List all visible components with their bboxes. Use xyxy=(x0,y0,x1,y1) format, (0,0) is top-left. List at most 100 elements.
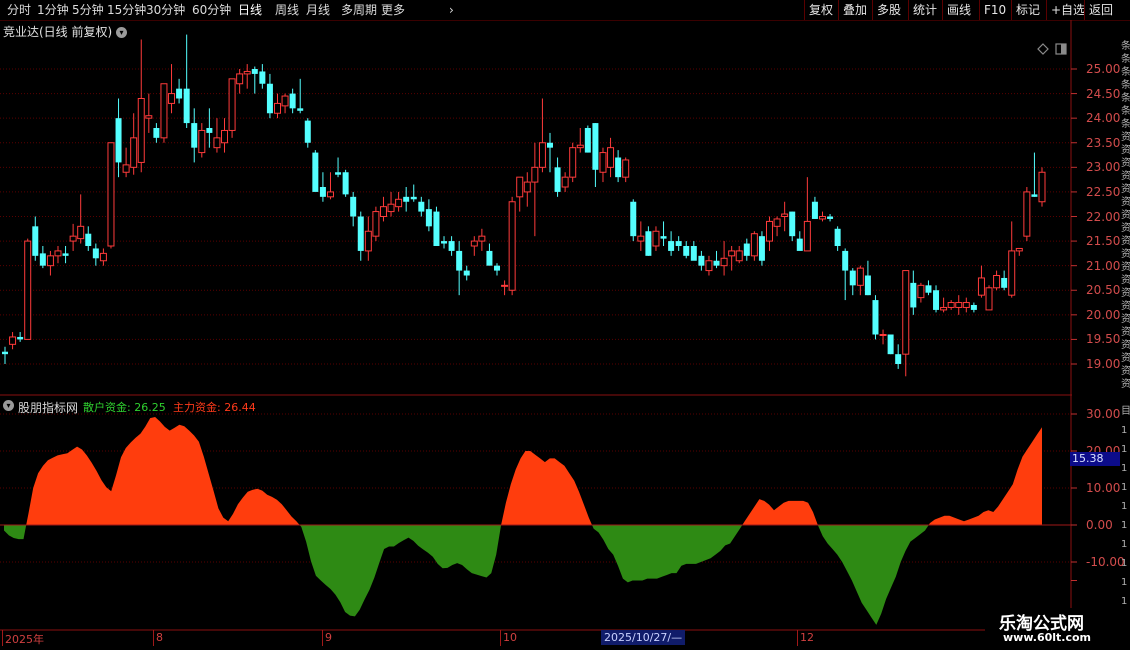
candle-body xyxy=(705,260,713,272)
candle-body xyxy=(198,129,206,154)
candle-body xyxy=(395,198,403,208)
candle-body xyxy=(463,270,470,276)
candle-body xyxy=(319,187,326,197)
candle-body xyxy=(297,108,304,111)
candle-body xyxy=(478,235,486,242)
candle-body xyxy=(758,236,765,261)
candle-body xyxy=(1023,191,1031,237)
indicator-axis-label: 30.00 xyxy=(1086,407,1121,421)
candle-body xyxy=(77,225,85,240)
date-axis: 2025年 8 9 10 12 xyxy=(0,630,1070,650)
price-axis-label: 23.50 xyxy=(1086,135,1121,150)
date-tick xyxy=(500,630,501,646)
candle-body xyxy=(387,203,395,213)
price-axis-label: 22.50 xyxy=(1086,184,1121,199)
candle-body xyxy=(448,241,455,251)
candle-body xyxy=(962,302,970,308)
candle-body xyxy=(183,88,190,124)
candle-body xyxy=(856,267,864,286)
candle-body xyxy=(811,201,818,219)
candle-body xyxy=(236,73,244,85)
candle-body xyxy=(917,284,925,299)
candle-body xyxy=(92,248,99,259)
candle-body xyxy=(160,83,168,139)
candle-body xyxy=(350,196,357,217)
candle-body xyxy=(970,305,977,310)
candle-body xyxy=(281,95,289,107)
candle-body xyxy=(251,69,258,74)
candle-body xyxy=(17,336,24,340)
candle-body xyxy=(221,129,229,144)
candle-body xyxy=(584,128,591,153)
candle-body xyxy=(531,166,539,183)
cursor-date: 2025/10/27/— xyxy=(601,630,686,645)
price-axis-label: 22.00 xyxy=(1086,209,1121,224)
candle-body xyxy=(516,176,524,198)
candle-body xyxy=(599,152,607,173)
candle-body xyxy=(743,243,750,256)
candle-body xyxy=(326,191,334,198)
candle-body xyxy=(546,142,553,148)
candle-body xyxy=(925,285,932,293)
price-axis-label: 20.00 xyxy=(1086,307,1121,322)
date-axis-label: 10 xyxy=(503,631,517,644)
main-funds-area xyxy=(928,427,1042,525)
candle-body xyxy=(456,250,463,271)
price-axis-label: 23.00 xyxy=(1086,160,1121,175)
candle-body xyxy=(895,354,902,364)
candle-body xyxy=(39,253,46,266)
candle-body xyxy=(137,98,145,163)
retail-funds-area xyxy=(4,525,27,540)
candle-body xyxy=(698,255,705,266)
candle-body xyxy=(2,351,8,355)
chevron-down-icon[interactable]: ▾ xyxy=(3,400,14,411)
candle-body xyxy=(879,334,887,336)
candle-body xyxy=(690,246,697,261)
candle-body xyxy=(206,128,213,133)
chart-canvas[interactable] xyxy=(0,0,1130,650)
candle-body xyxy=(615,157,622,178)
candle-body xyxy=(153,128,160,138)
candle-body xyxy=(425,209,432,227)
side-panel-strip[interactable]: 条条条条条条条资资资资资资资资资资资资资资资资资资资资 xyxy=(1121,40,1130,400)
retail-funds-area xyxy=(299,525,502,617)
candle-body xyxy=(993,275,1001,289)
date-tick xyxy=(153,630,154,646)
candle-body xyxy=(24,240,32,340)
candle-body xyxy=(342,172,349,195)
side-panel-strip-lower[interactable]: 目11111111111 xyxy=(1121,402,1130,622)
candle-body xyxy=(728,250,736,257)
candle-body xyxy=(607,147,615,168)
candle-body xyxy=(228,78,236,131)
candle-body xyxy=(364,230,372,252)
indicator-axis-label: -10.00 xyxy=(1086,555,1125,569)
date-tick xyxy=(322,630,323,646)
candle-body xyxy=(940,306,948,311)
candle-body xyxy=(441,241,448,244)
candle-body xyxy=(115,118,122,163)
retail-funds-area xyxy=(817,525,929,625)
candle-body xyxy=(660,236,667,239)
candle-body xyxy=(766,220,774,242)
candle-body xyxy=(168,93,176,104)
candle-body xyxy=(486,250,493,266)
candle-body xyxy=(494,265,501,271)
candle-body xyxy=(569,147,577,178)
candle-body xyxy=(773,218,781,227)
candle-body xyxy=(834,228,841,246)
candle-body xyxy=(130,137,138,168)
candle-body xyxy=(955,302,963,308)
indicator-header: ▾ 股朋指标网 散户资金: 26.25 主力资金: 26.44 xyxy=(0,397,1060,415)
price-axis-label: 19.00 xyxy=(1086,357,1121,371)
indicator-axis-label: 10.00 xyxy=(1086,481,1121,495)
candle-body xyxy=(849,270,856,286)
candle-body xyxy=(803,220,811,252)
candle-body xyxy=(902,270,910,355)
candle-body xyxy=(243,70,251,75)
candle-body xyxy=(9,336,17,345)
candle-body xyxy=(176,88,183,99)
date-axis-label: 2025年 xyxy=(5,633,44,646)
candle-body xyxy=(145,115,153,119)
candle-body xyxy=(561,176,569,188)
candle-body xyxy=(470,240,478,247)
